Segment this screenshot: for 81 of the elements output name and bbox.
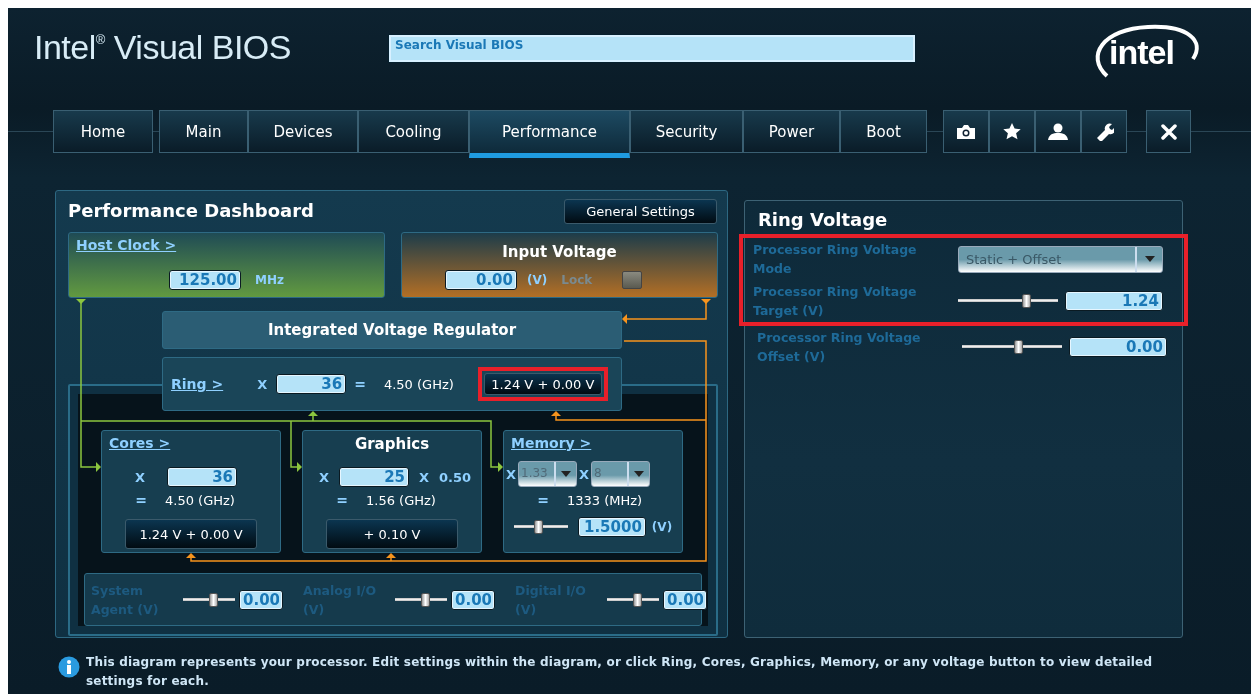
unit-label: (V)	[651, 520, 673, 534]
close-button[interactable]	[1146, 110, 1191, 153]
unit-label: MHz	[255, 273, 284, 287]
nav-tab[interactable]: Cooling	[358, 110, 469, 153]
logo-text: intel	[1109, 33, 1174, 72]
slider-thumb[interactable]	[632, 592, 642, 607]
lock-label: Lock	[561, 273, 593, 287]
nav-tab[interactable]: Performance	[469, 110, 630, 158]
dropdown-value: 1.33	[520, 465, 549, 482]
multiply-sign: X	[579, 466, 590, 482]
host-clock-link[interactable]: Host Clock >	[76, 237, 177, 253]
equals-sign: =	[335, 492, 348, 508]
input-field[interactable]: 0.00	[1069, 337, 1167, 357]
panel-title: Ring Voltage	[757, 209, 889, 230]
setting-label: Processor Ring Voltage Mode	[753, 241, 918, 278]
info-icon	[58, 656, 80, 678]
camera-button[interactable]	[943, 110, 989, 153]
ratio-text: 0.50	[439, 469, 472, 485]
voltage-button[interactable]: 1.24 V + 0.00 V	[125, 519, 257, 549]
wrench-button[interactable]	[1081, 110, 1127, 153]
nav-tab[interactable]: Security	[630, 110, 743, 153]
slider-thumb[interactable]	[1013, 340, 1023, 354]
input-field[interactable]: 36	[276, 374, 347, 394]
frequency-text: 4.50 (GHz)	[165, 492, 235, 508]
voltage-button[interactable]: + 0.10 V	[326, 519, 458, 549]
nav-tab[interactable]: Power	[743, 110, 840, 153]
user-button[interactable]	[1035, 110, 1081, 153]
frequency-text: 1.56 (GHz)	[366, 492, 436, 508]
nav-tab[interactable]: Devices	[248, 110, 358, 153]
input-field[interactable]: 125.00	[169, 270, 241, 290]
close-icon	[1160, 123, 1177, 140]
input-field[interactable]: 0.00	[663, 589, 707, 610]
setting-label: Processor Ring Voltage Offset (V)	[757, 329, 922, 366]
input-field[interactable]: 1.24	[1065, 291, 1163, 311]
frequency-text: 1333 (MHz)	[567, 492, 643, 508]
caret-icon	[1144, 256, 1155, 262]
input-field[interactable]: 1.5000	[577, 517, 646, 537]
app-title: Intel$^{®}$ Visual BIOS	[34, 28, 291, 67]
multiply-sign: X	[506, 466, 517, 482]
input-field[interactable]: 0.00	[239, 589, 283, 610]
info-text: This diagram represents your processor. Edit settings within the diagram, or click Ring, Cores, Graphics, Memory, or any voltage button to view detailed settings for each.	[86, 654, 1154, 690]
nav-tab[interactable]: Main	[159, 110, 248, 153]
slider-thumb[interactable]	[1021, 294, 1031, 308]
multiply-sign: X	[135, 469, 146, 485]
setting-label: Processor Ring Voltage Target (V)	[753, 283, 918, 320]
input-field[interactable]: 0.00	[451, 589, 495, 610]
voltage-button[interactable]: 1.24 V + 0.00 V	[483, 373, 602, 395]
panel-title: Performance Dashboard	[68, 200, 314, 221]
input-field[interactable]: 25	[339, 467, 410, 487]
multiply-sign: X	[419, 469, 430, 485]
nav-tab[interactable]: Boot	[840, 110, 927, 153]
star-button[interactable]	[989, 110, 1035, 153]
slider-thumb[interactable]	[420, 592, 430, 607]
unit-label: (V)	[527, 273, 548, 287]
card-link[interactable]: Memory >	[511, 435, 592, 451]
slider-thumb[interactable]	[534, 520, 544, 534]
equals-sign: =	[536, 492, 549, 508]
ring-link[interactable]: Ring >	[171, 376, 224, 392]
card-title: Graphics	[353, 435, 431, 453]
input-field[interactable]: 36	[167, 467, 238, 487]
slider-thumb[interactable]	[208, 592, 218, 607]
nav-tab[interactable]: Home	[53, 110, 153, 153]
equals-sign: =	[354, 376, 366, 392]
checkbox[interactable]	[622, 271, 643, 289]
multiply-sign: X	[319, 469, 330, 485]
general-settings-button[interactable]: General Settings	[564, 199, 717, 224]
star-icon	[1003, 123, 1021, 140]
user-icon	[1048, 123, 1068, 140]
voltage-regulator-bar: Integrated Voltage Regulator	[162, 311, 622, 349]
search-field[interactable]: Search Visual BIOS	[389, 35, 915, 62]
input-field[interactable]: 0.00	[445, 270, 517, 290]
caret-icon	[561, 471, 572, 477]
dropdown-value: Static + Offset	[965, 250, 1063, 269]
equals-sign: =	[134, 492, 147, 508]
camera-icon	[956, 123, 976, 140]
frequency-text: 4.50 (GHz)	[383, 376, 454, 392]
multiply-sign: X	[257, 376, 268, 392]
card-link[interactable]: Cores >	[109, 435, 171, 451]
caret-icon	[634, 471, 645, 477]
card-title: Input Voltage	[501, 243, 618, 261]
dropdown-value: 8	[593, 465, 603, 482]
